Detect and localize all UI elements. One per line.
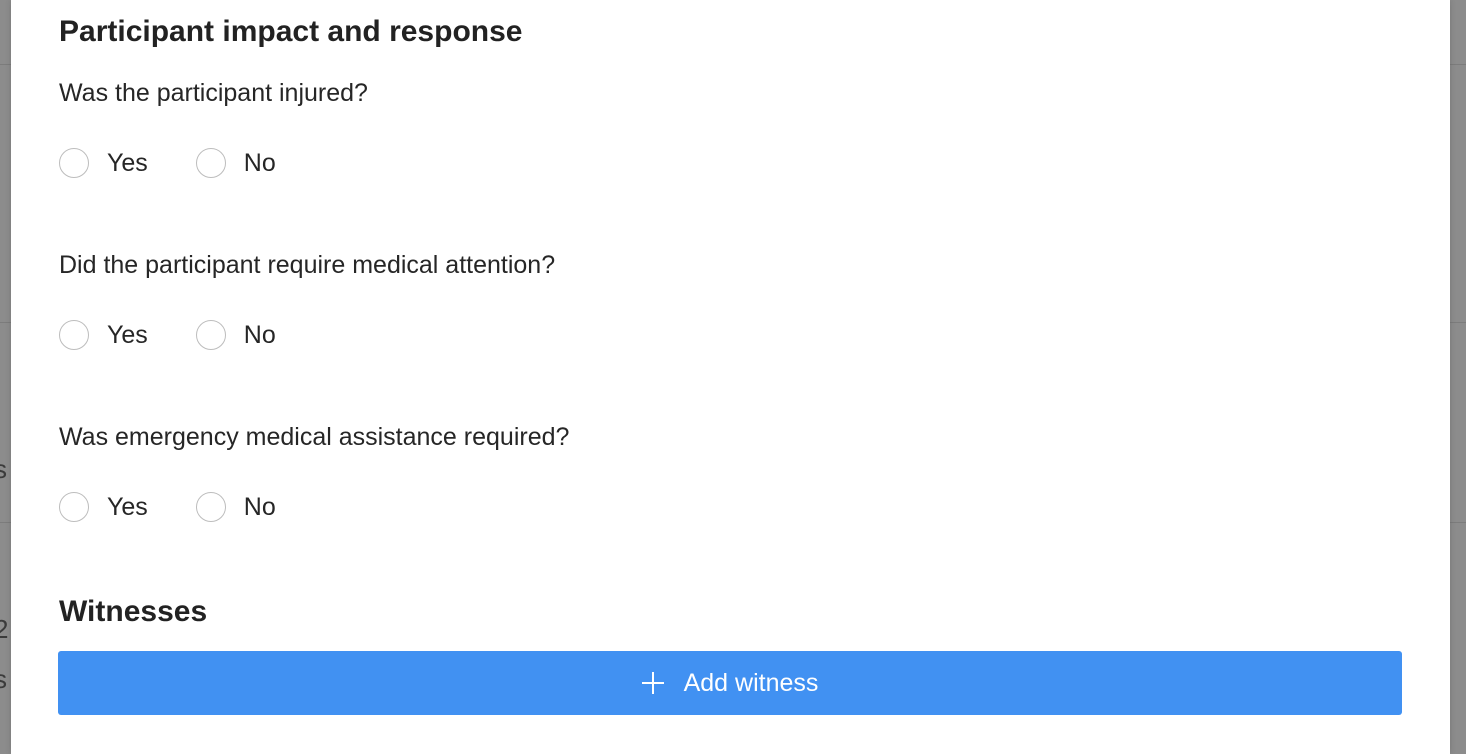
background-text-fragment: :	[0, 404, 1, 430]
radio-button[interactable]	[195, 492, 226, 522]
radio-button[interactable]	[59, 320, 89, 350]
add-witness-button[interactable]: Add witness	[58, 651, 1402, 715]
radio-group-medical-attention: Yes No	[59, 318, 324, 352]
radio-button[interactable]	[59, 492, 89, 522]
radio-option-medical-yes[interactable]: Yes	[59, 320, 148, 350]
radio-option-injured-yes[interactable]: Yes	[59, 148, 148, 178]
question-participant-injured: Was the participant injured?	[59, 79, 368, 107]
radio-button[interactable]	[195, 148, 226, 178]
radio-button[interactable]	[59, 148, 89, 178]
radio-option-emergency-yes[interactable]: Yes	[59, 492, 148, 522]
radio-label: Yes	[107, 320, 148, 349]
incident-form-modal: Participant impact and response Was the …	[11, 0, 1450, 754]
radio-label: Yes	[107, 492, 148, 521]
background-divider	[1450, 522, 1466, 523]
radio-option-medical-no[interactable]: No	[195, 320, 276, 350]
background-divider	[1450, 322, 1466, 323]
radio-label: Yes	[107, 148, 148, 177]
background-divider	[1450, 64, 1466, 65]
witnesses-heading: Witnesses	[59, 595, 208, 628]
background-text-fragment: s	[0, 454, 7, 484]
question-medical-attention: Did the participant require medical atte…	[59, 251, 556, 279]
background-text-fragment: 2	[0, 614, 9, 644]
participant-impact-heading: Participant impact and response	[59, 15, 523, 48]
radio-option-emergency-no[interactable]: No	[195, 492, 276, 522]
radio-label: No	[243, 492, 276, 521]
question-emergency-assistance: Was emergency medical assistance require…	[59, 423, 570, 451]
plus-icon	[641, 672, 664, 694]
radio-option-injured-no[interactable]: No	[195, 148, 276, 178]
radio-button[interactable]	[195, 320, 226, 350]
radio-label: No	[243, 320, 276, 349]
add-witness-label: Add witness	[683, 668, 819, 697]
radio-group-emergency-assistance: Yes No	[59, 490, 324, 524]
radio-label: No	[243, 148, 276, 177]
background-text-fragment: s	[0, 664, 7, 694]
radio-group-participant-injured: Yes No	[59, 146, 324, 180]
